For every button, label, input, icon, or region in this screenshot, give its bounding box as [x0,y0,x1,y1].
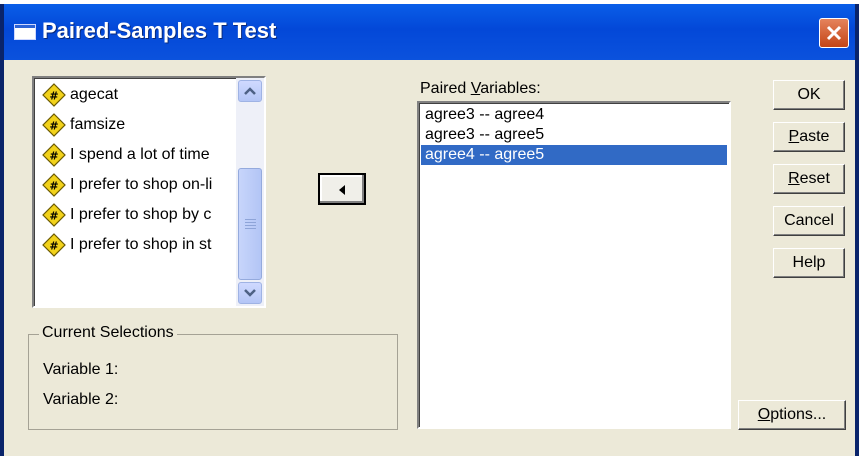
svg-text:#: # [49,180,58,193]
close-button[interactable] [819,18,849,48]
numeric-variable-icon: # [42,143,66,167]
scroll-down-button[interactable] [238,282,262,304]
window-icon [14,24,36,40]
scroll-up-button[interactable] [238,80,262,102]
ok-button[interactable]: OK [773,80,845,110]
chevron-up-icon [244,87,256,95]
paired-variables-list[interactable]: agree3 -- agree4 agree3 -- agree5 agree4 -… [417,101,731,429]
help-button[interactable]: Help [773,248,845,278]
variable-label: I prefer to shop by c [70,206,212,223]
title-bar[interactable]: Paired-Samples T Test [4,4,855,60]
paired-variable-row[interactable]: agree4 -- agree5 [421,145,727,165]
variable2-label: Variable 2: [43,391,119,408]
numeric-variable-icon: # [42,113,66,137]
variable-label: I prefer to shop on-li [70,176,213,193]
paired-variable-row[interactable]: agree3 -- agree5 [421,125,727,145]
numeric-variable-icon: # [42,83,66,107]
arrow-left-icon [339,185,345,195]
reset-button[interactable]: Reset [773,164,845,194]
variable-label: I spend a lot of time [70,146,210,163]
numeric-variable-icon: # [42,173,66,197]
variable-list-item[interactable]: # I spend a lot of time [42,140,242,170]
variable1-label: Variable 1: [43,361,119,378]
current-selections-group: Current Selections Variable 1: Variable … [28,324,398,430]
svg-text:#: # [49,210,58,223]
close-icon [826,25,842,41]
scroll-thumb[interactable] [238,168,262,280]
move-variable-button[interactable] [318,173,366,205]
paired-variable-row[interactable]: agree3 -- agree4 [421,105,727,125]
vertical-scrollbar[interactable] [236,78,264,306]
svg-text:#: # [49,150,58,163]
numeric-variable-icon: # [42,233,66,257]
source-variable-list[interactable]: # agecat # famsize # I spend a lot of time # I … [32,76,266,308]
svg-text:#: # [49,120,58,133]
options-button[interactable]: Options... [738,400,846,430]
svg-text:#: # [49,240,58,253]
variable-label: I prefer to shop in st [70,236,212,253]
variable-list-item[interactable]: # I prefer to shop in st [42,230,242,260]
cancel-button[interactable]: Cancel [773,206,845,236]
paste-button[interactable]: Paste [773,122,845,152]
variable-label: famsize [70,116,126,133]
paired-samples-dialog: Paired-Samples T Test # agecat # famsize # I … [0,4,859,456]
variable-list-item[interactable]: # famsize [42,110,242,140]
variable-list-item[interactable]: # I prefer to shop by c [42,200,242,230]
numeric-variable-icon: # [42,203,66,227]
chevron-down-icon [244,289,256,297]
window-title: Paired-Samples T Test [42,18,277,43]
current-selections-legend: Current Selections [39,324,177,342]
variable-list-item[interactable]: # I prefer to shop on-li [42,170,242,200]
svg-text:#: # [49,90,58,103]
variable-label: agecat [70,86,119,103]
paired-variables-label: Paired Variables: [420,80,541,97]
variable-list-item[interactable]: # agecat [42,80,242,110]
